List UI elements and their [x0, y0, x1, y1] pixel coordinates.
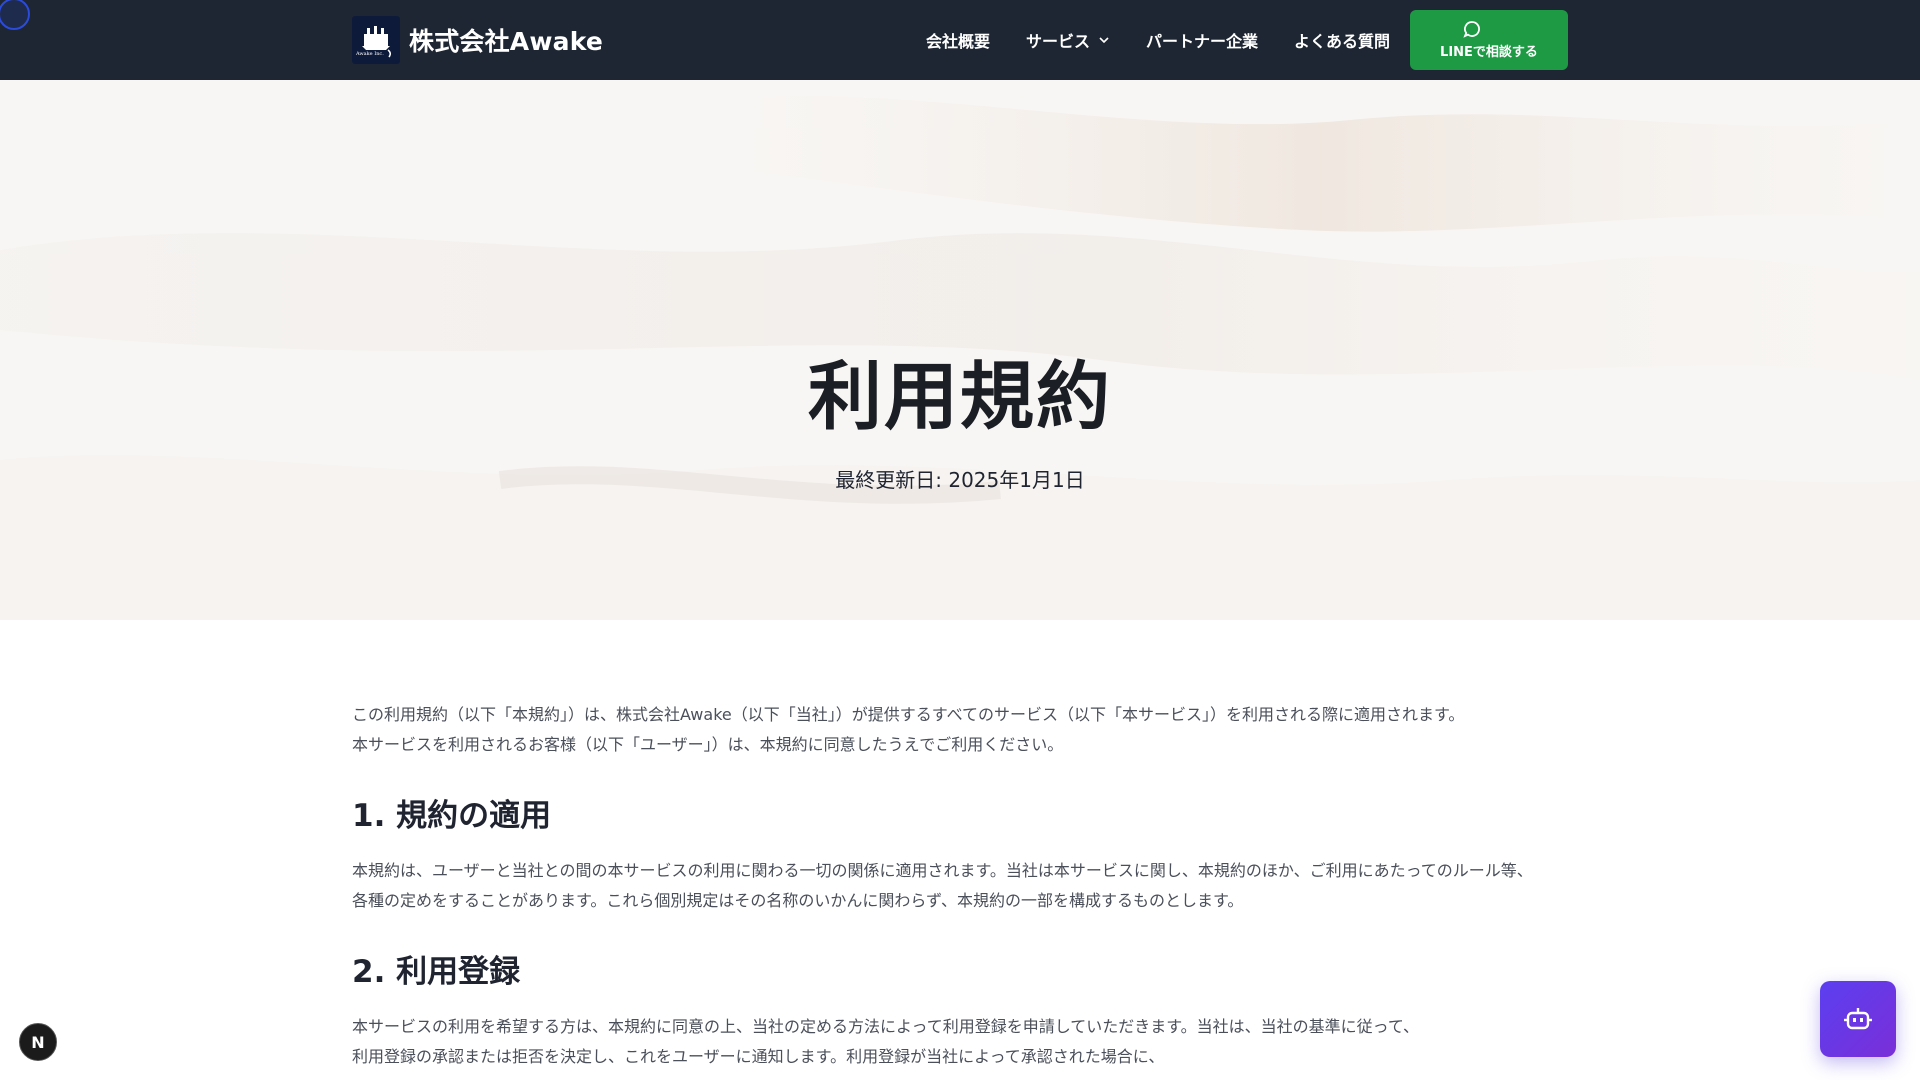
- robot-icon: [1844, 1008, 1872, 1030]
- line-consult-label: LINEで相談する: [1440, 45, 1538, 60]
- page-title: 利用規約: [808, 354, 1112, 440]
- line-consult-button[interactable]: LINEで相談する: [1410, 10, 1568, 70]
- header-inner: Awake Inc. 株式会社Awake 会社概要 サービス パートナー企業 よ…: [352, 0, 1568, 80]
- section-1-line-1: 本規約は、ユーザーと当社との間の本サービスの利用に関わる一切の関係に適用されます…: [352, 861, 1533, 880]
- chatbot-button[interactable]: [1820, 981, 1896, 1057]
- chevron-down-icon: [1099, 37, 1109, 44]
- section-heading-2: 2. 利用登録: [352, 954, 521, 990]
- section-1-line-2: 各種の定めをすることがあります。これら個別規定はその名称のいかんに関わらず、本規…: [352, 891, 1244, 910]
- ship-logo-icon: Awake Inc.: [352, 16, 400, 64]
- hero-section: 利用規約 最終更新日: 2025年1月1日: [0, 80, 1920, 620]
- section-2-line-1: 本サービスの利用を希望する方は、本規約に同意の上、当社の定める方法によって利用登…: [352, 1017, 1420, 1036]
- terms-content: この利用規約（以下「本規約」）は、株式会社Awake（以下「当社」）が提供するす…: [352, 700, 1568, 1072]
- nav-faq[interactable]: よくある質問: [1294, 28, 1390, 52]
- logo-text: Awake Inc.: [356, 51, 384, 57]
- nav-partners[interactable]: パートナー企業: [1146, 28, 1258, 52]
- nav-faq-label: よくある質問: [1293, 32, 1390, 51]
- section-2-line-2: 利用登録の承認または拒否を決定し、これをユーザーに通知します。利用登録が当社によ…: [352, 1047, 1165, 1066]
- intro-line-2: 本サービスを利用されるお客様（以下「ユーザー」）は、本規約に同意したうえでご利用…: [352, 735, 1064, 754]
- nav-services-label: サービス: [1025, 32, 1090, 51]
- site-header: Awake Inc. 株式会社Awake 会社概要 サービス パートナー企業 よ…: [0, 0, 1920, 80]
- chat-bubble-icon: [1463, 21, 1480, 38]
- nav-partners-label: パートナー企業: [1145, 32, 1258, 51]
- last-updated: 最終更新日: 2025年1月1日: [835, 468, 1085, 492]
- n-badge-button[interactable]: N: [19, 1023, 57, 1061]
- section-heading-1: 1. 規約の適用: [352, 798, 552, 834]
- brand-name: 株式会社Awake: [409, 27, 604, 56]
- nav-services-dropdown[interactable]: サービス: [1026, 28, 1110, 52]
- brand-link[interactable]: Awake Inc. 株式会社Awake: [352, 16, 603, 64]
- intro-line-1: この利用規約（以下「本規約」）は、株式会社Awake（以下「当社」）が提供するす…: [352, 705, 1465, 724]
- nav-company-label: 会社概要: [925, 32, 990, 51]
- main-nav: 会社概要 サービス パートナー企業 よくある質問 LINEで相談する: [926, 10, 1568, 70]
- nav-company[interactable]: 会社概要: [926, 28, 990, 52]
